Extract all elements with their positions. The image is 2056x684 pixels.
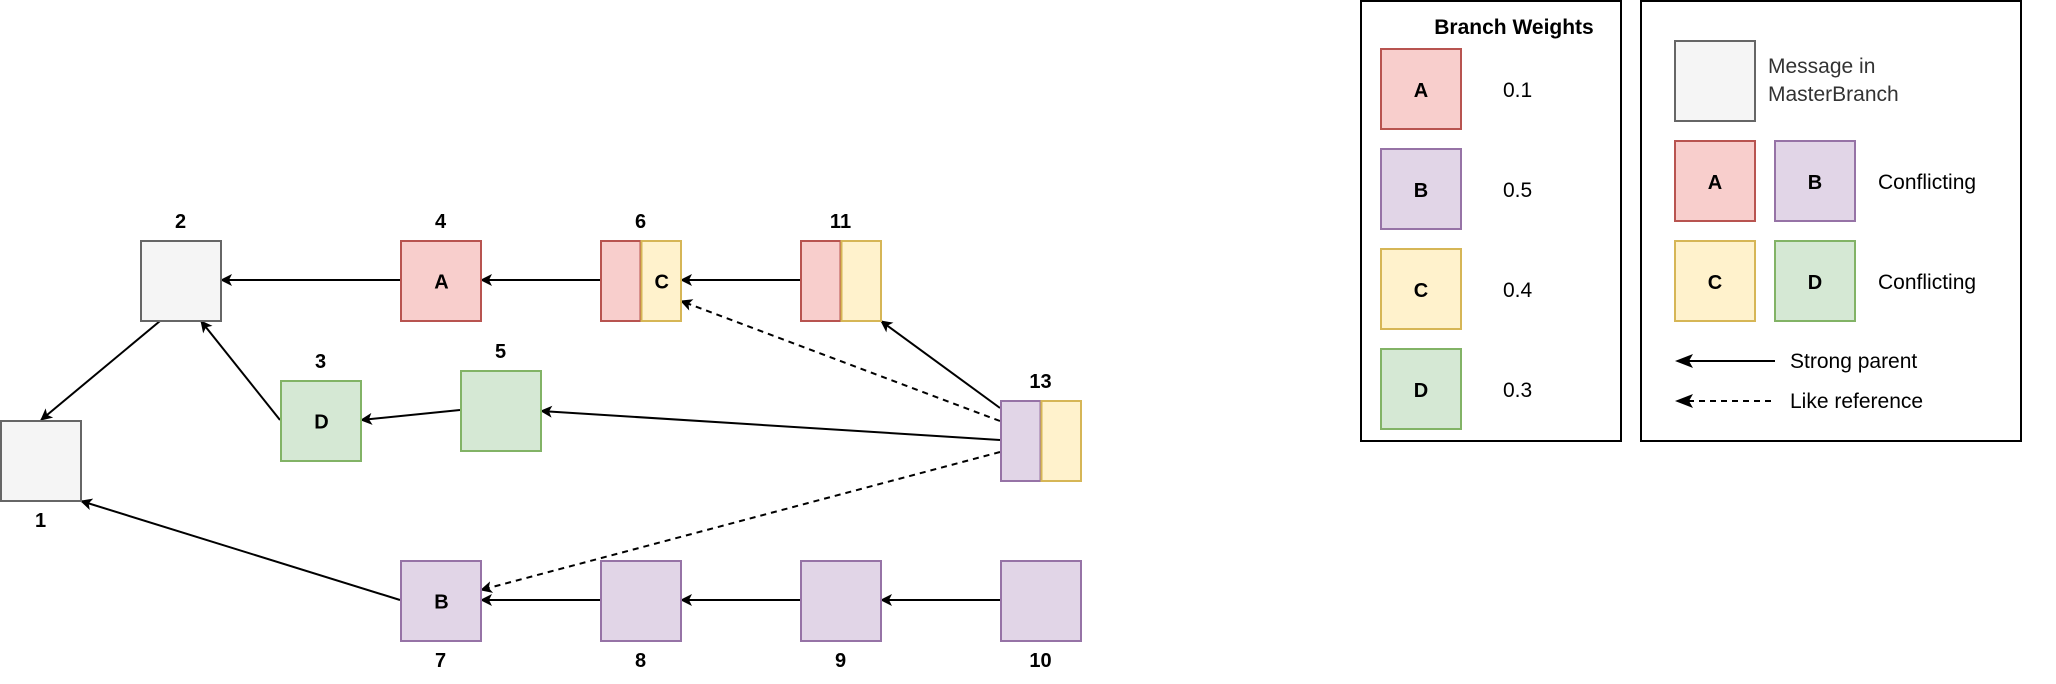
branch-weights-legend: Branch Weights A 0.1 B 0.5 C 0.4 D 0.3 <box>1360 0 1622 442</box>
node-id-label: 7 <box>435 650 446 672</box>
strong-parent-edge <box>540 405 1001 441</box>
branch-segment-b <box>1000 400 1042 482</box>
branch-segment-a <box>800 240 842 322</box>
like-reference-edge <box>480 451 1001 593</box>
swatch-letter: A <box>1414 80 1428 102</box>
swatch-letter: D <box>1808 272 1822 294</box>
message-node[interactable]: 8 <box>600 560 682 672</box>
message-node[interactable]: 10 <box>1000 560 1082 672</box>
branch-segment-c <box>1040 400 1082 482</box>
node-id-label: 1 <box>35 510 46 532</box>
tangle-diagram: 12D3A45C6B7 8 9 101113 Branch Weights A 0.1B… <box>0 0 2022 672</box>
node-id-label: 3 <box>315 351 326 373</box>
swatch-letter: C <box>1708 272 1722 294</box>
swatch-letter: C <box>1414 280 1428 302</box>
message-node[interactable]: B7 <box>400 560 482 672</box>
strong-parent-edge <box>40 320 161 421</box>
legend-title: Branch Weights <box>1434 16 1593 39</box>
message-node[interactable]: 11 <box>800 211 882 322</box>
conflicting-label: Conflicting <box>1878 271 1976 294</box>
conflicting-label: Conflicting <box>1878 171 1976 194</box>
branch-weight-value: 0.5 <box>1503 179 1532 202</box>
node-branch-letter: C <box>655 272 669 294</box>
node-id-label: 6 <box>635 211 646 233</box>
node-branch-letter: B <box>434 592 448 614</box>
branch-weight-value: 0.3 <box>1503 379 1532 402</box>
strong-parent-edge <box>360 409 461 425</box>
node-id-label: 2 <box>175 211 186 233</box>
node-id-label: 8 <box>635 650 646 672</box>
branch-segment-c <box>840 240 882 322</box>
like-reference-label: Like reference <box>1790 390 1923 413</box>
message-node[interactable]: C6 <box>600 211 682 322</box>
branch-segment-b <box>800 560 882 642</box>
branch-segment-a <box>600 240 642 322</box>
message-node[interactable]: 13 <box>1000 371 1082 482</box>
strong-parent-edge <box>880 320 1001 409</box>
branch-segment-d <box>460 370 542 452</box>
node-id-label: 5 <box>495 341 506 363</box>
strong-parent-edge <box>200 320 281 421</box>
key-legend: Message in MasterBranch A B Conflicting C D C… <box>1640 0 2022 442</box>
node-id-label: 10 <box>1029 650 1051 672</box>
branch-segment-master <box>0 420 82 502</box>
branch-segment-b <box>600 560 682 642</box>
strong-parent-label: Strong parent <box>1790 350 1917 373</box>
node-branch-letter: A <box>434 272 448 294</box>
node-id-label: 9 <box>835 650 846 672</box>
message-node[interactable]: 1 <box>0 420 82 532</box>
swatch-letter: D <box>1414 380 1428 402</box>
swatch-letter: A <box>1708 172 1722 194</box>
branch-weight-value: 0.1 <box>1503 79 1532 102</box>
branch-segment-master <box>140 240 222 322</box>
strong-parent-edge <box>80 498 401 601</box>
node-id-label: 4 <box>435 211 447 233</box>
swatch-letter: B <box>1808 172 1822 194</box>
message-node[interactable]: 9 <box>800 560 882 672</box>
node-id-label: 11 <box>830 211 851 233</box>
message-node[interactable]: D3 <box>280 351 362 462</box>
node-branch-letter: D <box>314 412 328 434</box>
message-node[interactable]: 2 <box>140 211 222 322</box>
node-id-label: 13 <box>1029 371 1051 393</box>
message-node[interactable]: A4 <box>400 211 482 322</box>
swatch-letter: B <box>1414 180 1428 202</box>
branch-segment-b <box>1000 560 1082 642</box>
branch-weight-value: 0.4 <box>1503 279 1533 302</box>
master-branch-swatch <box>1674 40 1756 122</box>
master-legend-line1: Message in <box>1768 55 1875 78</box>
master-legend-line2: MasterBranch <box>1768 83 1899 106</box>
message-node[interactable]: 5 <box>460 341 542 452</box>
